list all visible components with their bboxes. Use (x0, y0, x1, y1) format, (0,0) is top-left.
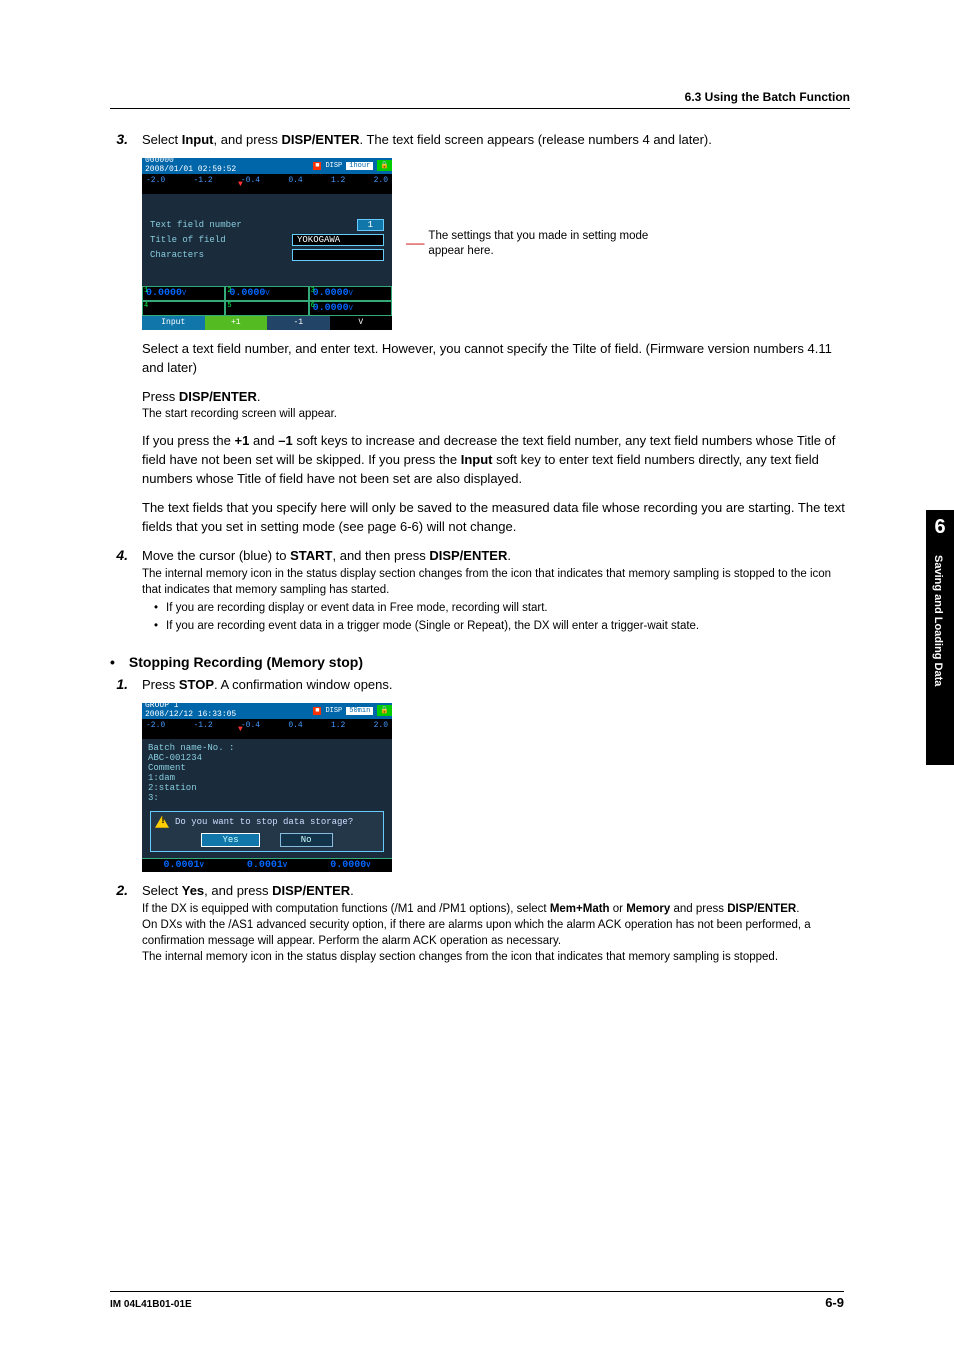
shot2-ln2: ABC-001234 (148, 753, 386, 763)
disp-label: DISP (325, 162, 342, 170)
caret-icon: ▼ (238, 725, 243, 734)
lbl-textfieldnum: Text field number (150, 220, 242, 230)
rate-chip: 50min (346, 707, 373, 715)
rec-icon: ■ (313, 707, 321, 715)
text: . (796, 903, 799, 915)
kw-dispenter: DISP/ENTER (281, 132, 359, 147)
lbl-titleoffield: Title of field (150, 235, 226, 245)
lock-icon: 🔒 (377, 160, 392, 171)
footer-docid: IM 04L41B01-01E (110, 1299, 192, 1310)
text: Press (142, 677, 179, 692)
lock-icon: 🔒 (377, 705, 392, 716)
step3-p3: The text fields that you specify here wi… (142, 499, 850, 537)
text: . (350, 883, 354, 898)
shot1-values: 10.0000V 20.0000V 30.0000V 4 5 60.0000V (142, 286, 392, 316)
kw-minus1: –1 (278, 433, 292, 448)
text: Move the cursor (blue) to (142, 548, 290, 563)
shot2-ruler: -2.0 -1.2 -0.4 0.4 1.2 2.0 ▼ (142, 719, 392, 739)
shot2-ln4: 1:dam (148, 773, 386, 783)
stop-s2h: The internal memory icon in the status d… (142, 949, 850, 965)
heading-stopping: • Stopping Recording (Memory stop) (110, 654, 850, 670)
screenshot-stop-confirm: GROUP 1 2008/12/12 16:33:05 ■ DISP 50min… (142, 703, 392, 872)
chapter-tab: 6 Saving and Loading Data (926, 510, 954, 765)
text: and press (670, 903, 727, 915)
step3-small1: The start recording screen will appear. (142, 406, 850, 422)
text: If the DX is equipped with computation f… (142, 903, 550, 915)
step-number: 1. (110, 676, 128, 695)
disp-label: DISP (325, 707, 342, 715)
lbl-characters: Characters (150, 250, 204, 260)
shot2-values: 0.0001V 0.0001V 0.0000V (142, 858, 392, 872)
shot2-ln3: Comment (148, 763, 386, 773)
stop-step-2: 2. Select Yes, and press DISP/ENTER. If … (110, 882, 850, 965)
softkey-v: V (330, 316, 393, 330)
yes-button[interactable]: Yes (201, 833, 259, 847)
no-button[interactable]: No (280, 833, 333, 847)
kw-input: Input (182, 132, 214, 147)
caret-icon: ▼ (238, 180, 243, 189)
kw-yes: Yes (182, 883, 204, 898)
footer-rule (110, 1291, 844, 1292)
softkey-minus1: -1 (267, 316, 330, 330)
val-titleoffield: YOKOGAWA (292, 234, 384, 246)
kw-dispenter: DISP/ENTER (429, 548, 507, 563)
text: Select (142, 132, 182, 147)
confirm-msg: Do you want to stop data storage? (175, 817, 353, 827)
step4-b2: If you are recording event data in a tri… (166, 618, 699, 634)
text: , and press (204, 883, 272, 898)
footer-page: 6-9 (825, 1295, 844, 1310)
step-3: 3. Select Input, and press DISP/ENTER. T… (110, 131, 850, 150)
text: . The text field screen appears (release… (359, 132, 711, 147)
shot2-ln6: 3: (148, 793, 386, 803)
kw-dispenter: DISP/ENTER (727, 903, 796, 915)
kw-memmath: Mem+Math (550, 903, 610, 915)
step-number: 4. (110, 547, 128, 636)
text: . A confirmation window opens. (214, 677, 393, 692)
text: . (507, 548, 511, 563)
text: Press (142, 389, 179, 404)
kw-stop: STOP (179, 677, 214, 692)
step-number: 2. (110, 882, 128, 965)
step-4: 4. Move the cursor (blue) to START, and … (110, 547, 850, 636)
text: . (257, 389, 261, 404)
softkey-input: Input (142, 316, 205, 330)
val-textfieldnum: 1 (357, 219, 384, 231)
shot2-ln5: 2:station (148, 783, 386, 793)
shot1-softkeys: Input +1 -1 V (142, 316, 392, 330)
callout-text: The settings that you made in setting mo… (428, 229, 648, 259)
stop-icon: ■ (313, 162, 321, 170)
stop-step-1: 1. Press STOP. A confirmation window ope… (110, 676, 850, 695)
kw-dispenter: DISP/ENTER (179, 389, 257, 404)
kw-dispenter: DISP/ENTER (272, 883, 350, 898)
kw-plus1: +1 (235, 433, 250, 448)
warning-icon (155, 816, 169, 828)
kw-memory: Memory (626, 903, 670, 915)
step4-b1: If you are recording display or event da… (166, 600, 548, 616)
text: or (610, 903, 627, 915)
rate-chip: 1hour (346, 162, 373, 170)
kw-input: Input (461, 452, 493, 467)
kw-start: START (290, 548, 332, 563)
step3-after1: Select a text field number, and enter te… (142, 340, 850, 378)
val-characters (292, 249, 384, 261)
chapter-label: Saving and Loading Data (932, 555, 944, 686)
step-number: 3. (110, 131, 128, 150)
softkey-plus1: +1 (205, 316, 268, 330)
step4-s1: The internal memory icon in the status d… (142, 566, 850, 598)
text: , and then press (333, 548, 430, 563)
confirm-dialog: Do you want to stop data storage? Yes No (150, 811, 384, 852)
text: and (249, 433, 278, 448)
section-header: 6.3 Using the Batch Function (110, 90, 850, 109)
text: , and press (214, 132, 282, 147)
shot2-ln1: Batch name-No. : (148, 743, 386, 753)
screenshot-text-field: 000000 2008/01/01 02:59:52 ■ DISP 1hour … (142, 158, 392, 330)
shot1-ruler: -2.0 -1.2 -0.4 0.4 1.2 2.0 ▼ (142, 174, 392, 194)
text: Select (142, 883, 182, 898)
stop-s2g: On DXs with the /AS1 advanced security o… (142, 917, 850, 949)
callout-leader: ── (406, 236, 424, 251)
chapter-number: 6 (926, 510, 954, 539)
text: If you press the (142, 433, 235, 448)
